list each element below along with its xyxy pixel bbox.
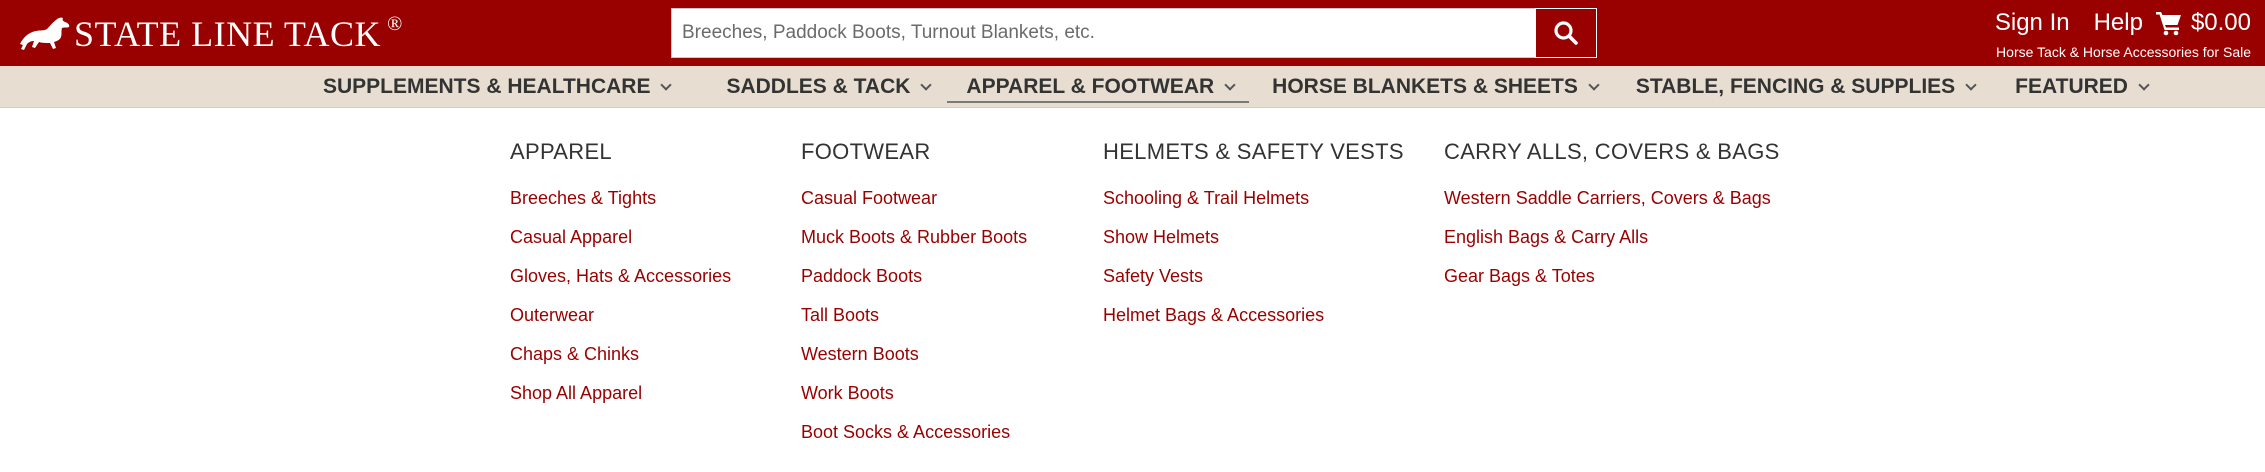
menu-link[interactable]: Outerwear bbox=[510, 296, 731, 335]
nav-item-stable[interactable]: STABLE, FENCING & SUPPLIES bbox=[1635, 66, 1977, 108]
chevron-down-icon bbox=[1965, 78, 1977, 91]
help-link[interactable]: Help bbox=[2094, 9, 2143, 37]
menu-link[interactable]: Boot Socks & Accessories bbox=[801, 413, 1027, 452]
menu-column-helmets: HELMETS & SAFETY VESTS Schooling & Trail… bbox=[1103, 139, 1404, 335]
nav-item-label: FEATURED bbox=[2015, 75, 2128, 98]
main-nav: SUPPLEMENTS & HEALTHCARE SADDLES & TACK … bbox=[0, 66, 2265, 108]
menu-column-title: CARRY ALLS, COVERS & BAGS bbox=[1444, 139, 1780, 164]
menu-column-footwear: FOOTWEAR Casual Footwear Muck Boots & Ru… bbox=[801, 139, 1027, 452]
menu-column-bags: CARRY ALLS, COVERS & BAGS Western Saddle… bbox=[1444, 139, 1780, 296]
chevron-down-icon bbox=[920, 78, 933, 91]
menu-column-apparel: APPAREL Breeches & Tights Casual Apparel… bbox=[510, 139, 731, 413]
menu-link[interactable]: Gear Bags & Totes bbox=[1444, 257, 1780, 296]
menu-link[interactable]: Helmet Bags & Accessories bbox=[1103, 296, 1404, 335]
nav-item-apparel[interactable]: APPAREL & FOOTWEAR bbox=[947, 66, 1249, 108]
search-bar bbox=[671, 8, 1597, 58]
menu-link[interactable]: Muck Boots & Rubber Boots bbox=[801, 218, 1027, 257]
menu-column-title: HELMETS & SAFETY VESTS bbox=[1103, 139, 1404, 164]
search-icon bbox=[1554, 21, 1578, 45]
menu-link[interactable]: Breeches & Tights bbox=[510, 179, 731, 218]
menu-link[interactable]: Gloves, Hats & Accessories bbox=[510, 257, 731, 296]
nav-item-label: STABLE, FENCING & SUPPLIES bbox=[1635, 75, 1956, 98]
horse-icon bbox=[20, 17, 70, 50]
registered-mark: ® bbox=[387, 12, 403, 35]
site-tagline: Horse Tack & Horse Accessories for Sale bbox=[1996, 44, 2251, 60]
search-input[interactable] bbox=[671, 8, 1535, 58]
menu-link[interactable]: English Bags & Carry Alls bbox=[1444, 218, 1780, 257]
site-logo[interactable]: STATE LINE TACK ® bbox=[16, 12, 402, 56]
nav-item-blankets[interactable]: HORSE BLANKETS & SHEETS bbox=[1271, 66, 1600, 108]
account-area: Sign In Help $0.00 Horse Tack & Horse Ac… bbox=[1995, 8, 2251, 60]
apparel-footwear-dropdown: APPAREL Breeches & Tights Casual Apparel… bbox=[0, 109, 2265, 472]
cart-icon bbox=[2155, 12, 2181, 36]
site-header: STATE LINE TACK ® Sign In Help $0.00 bbox=[0, 0, 2265, 66]
nav-item-label: SUPPLEMENTS & HEALTHCARE bbox=[323, 75, 651, 98]
menu-column-title: APPAREL bbox=[510, 139, 612, 164]
cart-total: $0.00 bbox=[2190, 9, 2251, 36]
menu-link[interactable]: Western Saddle Carriers, Covers & Bags bbox=[1444, 179, 1780, 218]
nav-item-featured[interactable]: FEATURED bbox=[2014, 66, 2150, 108]
nav-item-label: SADDLES & TACK bbox=[726, 75, 911, 98]
nav-item-label: HORSE BLANKETS & SHEETS bbox=[1272, 75, 1578, 98]
menu-link[interactable]: Schooling & Trail Helmets bbox=[1103, 179, 1404, 218]
nav-item-label: APPAREL & FOOTWEAR bbox=[966, 75, 1215, 98]
nav-item-saddles[interactable]: SADDLES & TACK bbox=[725, 66, 933, 108]
menu-link[interactable]: Casual Apparel bbox=[510, 218, 731, 257]
menu-link[interactable]: Tall Boots bbox=[801, 296, 1027, 335]
chevron-down-icon bbox=[1588, 78, 1600, 91]
menu-link[interactable]: Casual Footwear bbox=[801, 179, 1027, 218]
brand-name: STATE LINE TACK bbox=[74, 14, 382, 54]
menu-column-title: FOOTWEAR bbox=[801, 139, 931, 164]
menu-link[interactable]: Work Boots bbox=[801, 374, 1027, 413]
menu-link[interactable]: Safety Vests bbox=[1103, 257, 1404, 296]
chevron-down-icon bbox=[2138, 78, 2150, 91]
chevron-down-icon bbox=[660, 78, 673, 91]
menu-link[interactable]: Chaps & Chinks bbox=[510, 335, 731, 374]
menu-link[interactable]: Shop All Apparel bbox=[510, 374, 731, 413]
menu-link[interactable]: Western Boots bbox=[801, 335, 1027, 374]
sign-in-link[interactable]: Sign In bbox=[1995, 9, 2070, 37]
cart-link[interactable]: $0.00 bbox=[2155, 9, 2251, 37]
chevron-down-icon bbox=[1224, 78, 1236, 91]
menu-link[interactable]: Show Helmets bbox=[1103, 218, 1404, 257]
search-button[interactable] bbox=[1535, 8, 1597, 58]
menu-link[interactable]: Paddock Boots bbox=[801, 257, 1027, 296]
nav-item-supplements[interactable]: SUPPLEMENTS & HEALTHCARE bbox=[322, 66, 673, 108]
